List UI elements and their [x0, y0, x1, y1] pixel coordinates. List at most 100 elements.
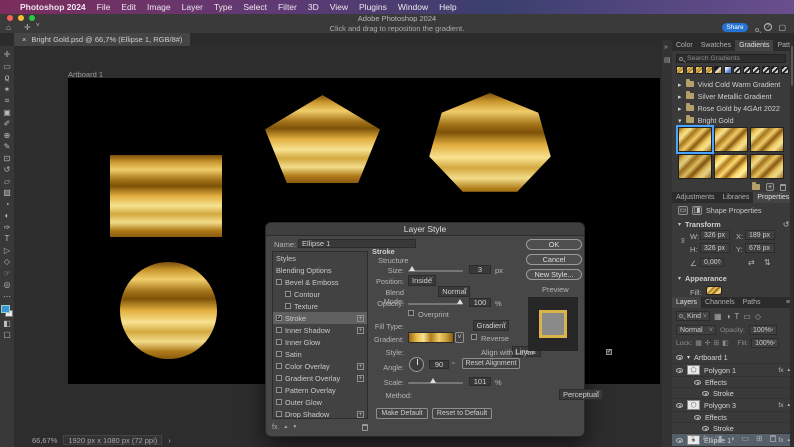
brush-tool-icon[interactable]: ✎ [4, 142, 11, 152]
width-value[interactable]: 326 px [700, 230, 730, 240]
tab-libraries[interactable]: Libraries [719, 192, 754, 203]
menu-item-filter[interactable]: Filter [278, 2, 297, 12]
delete-layer-icon[interactable] [769, 435, 776, 442]
gradient-preset[interactable] [780, 66, 789, 74]
gradient-preset[interactable] [733, 66, 741, 74]
folder-silver-metallic[interactable]: ▸ Silver Metallic Gradient [672, 90, 794, 102]
gradient-swatch[interactable] [750, 127, 784, 152]
status-chevron-icon[interactable]: › [168, 436, 171, 445]
checkbox[interactable] [276, 327, 282, 333]
tab-adjustments[interactable]: Adjustments [672, 192, 719, 203]
add-instance-icon[interactable]: + [357, 410, 364, 418]
layer-row-polygon-1[interactable]: ⬠ Polygon 1 fx ▴ [672, 364, 794, 377]
checkbox[interactable] [276, 339, 282, 345]
tab-paths[interactable]: Paths [739, 297, 765, 308]
tab-channels[interactable]: Channels [701, 297, 739, 308]
object-selection-tool-icon[interactable]: ✶ [4, 85, 11, 95]
gradient-dropdown-icon[interactable]: ˅ [455, 332, 464, 343]
delete-gradient-icon[interactable] [780, 183, 786, 191]
stroke-effect-row[interactable]: Stroke [672, 423, 794, 434]
crop-tool-icon[interactable]: ⌗ [5, 96, 10, 106]
path-selection-tool-icon[interactable]: ▷ [4, 246, 10, 256]
lock-transparent-icon[interactable]: ▦ [695, 339, 701, 347]
filter-smart-icon[interactable]: ◇ [755, 312, 761, 321]
add-mask-icon[interactable]: ◨ [715, 434, 723, 443]
fx-badge[interactable]: fx [778, 367, 783, 374]
menu-item-select[interactable]: Select [243, 2, 267, 12]
move-down-icon[interactable]: ▼ [292, 424, 297, 430]
gold-pentagon-shape[interactable] [265, 95, 380, 183]
size-slider[interactable] [408, 266, 463, 272]
visibility-eye-icon[interactable] [694, 414, 701, 420]
shape-tool-icon[interactable]: ◇ [4, 257, 10, 267]
visibility-eye-icon[interactable] [676, 402, 683, 408]
checkbox[interactable] [276, 399, 282, 405]
layer-thumbnail[interactable]: ⬠ [687, 365, 700, 375]
share-button[interactable]: Share [722, 23, 748, 32]
fx-icon[interactable]: fx. [272, 424, 279, 431]
new-gradient-icon[interactable]: + [766, 183, 774, 191]
opacity-slider[interactable] [408, 299, 463, 305]
checkbox[interactable] [285, 303, 291, 309]
eraser-tool-icon[interactable]: ▱ [4, 177, 10, 187]
checkbox[interactable] [285, 291, 291, 297]
flip-vertical-icon[interactable]: ⇅ [764, 258, 771, 267]
gradient-preset[interactable] [695, 66, 703, 74]
style-item-bevel-emboss[interactable]: Bevel & Emboss [273, 276, 367, 288]
filter-shape-icon[interactable]: ▭ [743, 312, 751, 321]
gradient-preset[interactable] [704, 66, 713, 74]
collapse-panels-icon[interactable]: » [664, 44, 668, 51]
reset-alignment-button[interactable]: Reset Alignment [462, 358, 520, 369]
visibility-eye-icon[interactable] [694, 379, 701, 385]
delete-style-icon[interactable] [362, 423, 368, 431]
checkbox[interactable] [276, 375, 282, 381]
height-value[interactable]: 326 px [700, 243, 730, 253]
dodge-tool-icon[interactable]: ◐ [5, 211, 10, 221]
gold-heptagon-shape[interactable] [429, 93, 551, 192]
menu-item-layer[interactable]: Layer [182, 2, 203, 12]
checkbox[interactable] [276, 363, 282, 369]
x-value[interactable]: 189 px [745, 230, 775, 240]
search-icon[interactable] [753, 23, 760, 32]
gradient-preset[interactable] [723, 66, 732, 74]
gradient-swatch-selected[interactable] [676, 125, 714, 154]
blend-mode-dropdown[interactable]: Normal [676, 325, 716, 335]
ok-button[interactable]: OK [526, 239, 582, 250]
new-layer-icon[interactable]: ⊞ [756, 434, 763, 443]
checkbox[interactable] [276, 279, 282, 285]
gradient-swatch[interactable] [714, 154, 748, 179]
lock-all-icon[interactable]: ◧ [722, 339, 728, 347]
style-item-inner-shadow[interactable]: Inner Shadow + [273, 324, 367, 336]
rotation-angle-value[interactable]: 0,00° [700, 258, 725, 267]
visibility-eye-icon[interactable] [702, 425, 709, 431]
folder-rose-gold[interactable]: ▸ Rose Gold by 4GArt 2022 [672, 102, 794, 114]
new-group-icon[interactable] [752, 182, 760, 190]
opacity-value[interactable]: 100% [748, 325, 777, 335]
panel-scrollbar[interactable] [790, 40, 794, 447]
scale-value[interactable]: 101 [469, 377, 491, 386]
menu-item-edit[interactable]: Edit [121, 2, 136, 12]
visibility-eye-icon[interactable] [702, 390, 709, 396]
align-with-layer-checkbox[interactable] [605, 348, 612, 355]
menu-item-window[interactable]: Window [398, 2, 428, 12]
workspace-layout-icon[interactable]: ▢ [778, 23, 786, 32]
gradient-preset[interactable] [761, 66, 770, 74]
pen-tool-icon[interactable]: ✑ [4, 223, 11, 233]
link-dimensions-icon[interactable]: ∞ [678, 238, 687, 244]
method-dropdown[interactable]: Perceptual [559, 389, 603, 400]
checkbox[interactable] [276, 351, 282, 357]
gradient-preset[interactable] [771, 66, 779, 74]
marquee-tool-icon[interactable]: ▭ [3, 62, 11, 72]
foreground-color-chip[interactable] [1, 305, 10, 313]
scrollbar-thumb[interactable] [791, 46, 793, 86]
chevron-down-icon[interactable]: ▾ [687, 354, 690, 361]
menu-item-app[interactable]: Photoshop 2024 [20, 2, 86, 12]
tab-properties[interactable]: Properties [753, 192, 794, 203]
reset-to-default-button[interactable]: Reset to Default [432, 408, 492, 419]
transform-section-header[interactable]: ▾ Transform ↺ [678, 220, 789, 229]
filter-type-icon[interactable]: T [734, 312, 739, 321]
new-style-button[interactable]: New Style... [526, 269, 582, 280]
add-adjustment-icon[interactable]: ◑ [730, 434, 735, 443]
style-item-pattern-overlay[interactable]: Pattern Overlay [273, 384, 367, 396]
tab-layers[interactable]: Layers [672, 297, 702, 308]
